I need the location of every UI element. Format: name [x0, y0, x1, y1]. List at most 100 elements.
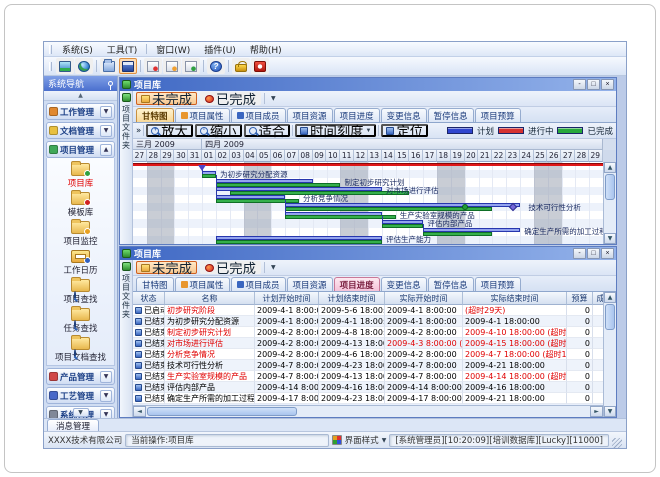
- table-row[interactable]: 已结束确定生产所需的加工过程2009-4-17 8:00:002009-4-23…: [133, 393, 603, 404]
- tab-变更信息[interactable]: 变更信息: [381, 108, 427, 122]
- minimize-button[interactable]: -: [573, 248, 586, 259]
- scroll-left-icon[interactable]: ◄: [133, 406, 146, 417]
- table-row[interactable]: 已结束对市场进行评估2009-4-2 8:00:002009-4-13 18:0…: [133, 338, 603, 349]
- sidebar-item-项目文档查找[interactable]: 项目文档查找: [47, 335, 114, 364]
- exit-button[interactable]: [251, 58, 269, 74]
- tool-时间刻度[interactable]: 时间刻度▼: [295, 124, 376, 137]
- tab-暂停信息[interactable]: 暂停信息: [428, 277, 474, 291]
- sidebar-group-文档管理[interactable]: 文档管理▼: [46, 122, 115, 139]
- pushpin-icon[interactable]: [108, 81, 113, 86]
- tab-变更信息[interactable]: 变更信息: [381, 277, 427, 291]
- tool-定位[interactable]: 定位: [381, 124, 428, 137]
- table-horizontal-scrollbar[interactable]: ◄ ►: [133, 405, 603, 417]
- column-header-名称[interactable]: 名称: [165, 292, 255, 305]
- sidebar-item-模板库[interactable]: 模板库: [47, 190, 114, 219]
- close-button[interactable]: ×: [601, 248, 614, 259]
- gantt-actual-bar[interactable]: [202, 174, 216, 178]
- menu-item[interactable]: 系统(S): [55, 43, 100, 56]
- menubar-grip[interactable]: [49, 45, 52, 54]
- scroll-thumb[interactable]: [605, 174, 615, 200]
- table-vertical-scrollbar[interactable]: ▲ ▼: [603, 292, 616, 417]
- window-titlebar[interactable]: 项目库 -□×: [120, 247, 616, 260]
- open-folder-button[interactable]: [100, 58, 118, 74]
- menu-item[interactable]: 插件(U): [197, 43, 243, 56]
- filter-未完成[interactable]: 未完成: [136, 92, 197, 105]
- column-header-预算[interactable]: 预算: [567, 292, 593, 305]
- tab-甘特图[interactable]: 甘特图: [136, 108, 174, 122]
- gantt-vertical-scrollbar[interactable]: ▲ ▼: [603, 162, 616, 244]
- tool-缩小[interactable]: -缩小: [195, 124, 242, 137]
- menu-item[interactable]: 窗口(W): [149, 43, 197, 56]
- scroll-thumb[interactable]: [605, 304, 615, 330]
- chevron-down-icon[interactable]: ▼: [100, 125, 112, 137]
- scroll-down-icon[interactable]: ▼: [604, 233, 616, 244]
- tab-项目进度[interactable]: 项目进度: [334, 108, 380, 122]
- column-header-实际开始时间[interactable]: 实际开始时间: [385, 292, 463, 305]
- folder-panel-tab[interactable]: 项目文件夹: [120, 91, 133, 244]
- gantt-actual-bar[interactable]: [423, 232, 492, 236]
- minimize-button[interactable]: -: [573, 79, 586, 90]
- help-button[interactable]: [207, 58, 225, 74]
- sidebar-scroll-down[interactable]: ▼: [73, 408, 89, 417]
- filter-已完成[interactable]: 已完成: [200, 92, 261, 105]
- sidebar-group-工作管理[interactable]: 工作管理▼: [46, 103, 115, 120]
- chevron-down-icon[interactable]: ▼: [100, 371, 112, 383]
- tool-适合[interactable]: 适合: [244, 124, 291, 137]
- folder-panel-tab[interactable]: 项目文件夹: [120, 260, 133, 417]
- sidebar-item-项目监控[interactable]: 项目监控: [47, 219, 114, 248]
- gantt-actual-bar[interactable]: [216, 183, 340, 187]
- scroll-up-icon[interactable]: ▲: [604, 292, 616, 303]
- interface-style-button[interactable]: 界面样式: [345, 434, 379, 446]
- sidebar-item-项目查找[interactable]: 项目查找: [47, 277, 114, 306]
- report-new-button[interactable]: [144, 58, 162, 74]
- column-header-实际结束时间[interactable]: 实际结束时间: [463, 292, 567, 305]
- column-header-成[interactable]: 成: [593, 292, 603, 305]
- scroll-thumb[interactable]: [147, 407, 297, 416]
- column-header-计划开始时间[interactable]: 计划开始时间: [255, 292, 319, 305]
- table-row[interactable]: 已结束技术可行性分析2009-4-7 8:00:002009-4-23 18:0…: [133, 360, 603, 371]
- scroll-up-icon[interactable]: ▲: [604, 162, 616, 173]
- tool-放大[interactable]: +放大: [146, 124, 193, 137]
- chevron-down-icon[interactable]: ▼: [382, 437, 387, 444]
- window-titlebar[interactable]: 项目库 -□×: [120, 78, 616, 91]
- report-delete-button[interactable]: [182, 58, 200, 74]
- sidebar-item-任务查找[interactable]: 任务查找: [47, 306, 114, 335]
- tab-项目预算[interactable]: 项目预算: [475, 277, 521, 291]
- filter-已完成[interactable]: 已完成: [200, 261, 261, 274]
- tab-项目进度[interactable]: 项目进度: [334, 277, 380, 291]
- tab-项目成员[interactable]: 项目成员: [231, 108, 286, 122]
- gantt-actual-bar[interactable]: [285, 215, 396, 219]
- tab-甘特图[interactable]: 甘特图: [136, 277, 174, 291]
- monitor-button[interactable]: [56, 58, 74, 74]
- sidebar-scroll-up[interactable]: ▲: [44, 91, 117, 101]
- sidebar-group-项目管理[interactable]: 项目管理▲: [46, 141, 115, 158]
- gantt-actual-bar[interactable]: [216, 199, 299, 203]
- chevron-down-icon[interactable]: ▼: [268, 264, 279, 271]
- column-header-状态[interactable]: 状态: [133, 292, 165, 305]
- lock-button[interactable]: [232, 58, 250, 74]
- tab-项目成员[interactable]: 项目成员: [231, 277, 286, 291]
- table-row[interactable]: 已结束分析竞争情况2009-4-2 8:00:002009-4-6 18:00:…: [133, 349, 603, 360]
- tab-项目资源[interactable]: 项目资源: [287, 277, 333, 291]
- table-row[interactable]: 已结束生产实验室规模的产品2009-4-7 8:00:002009-4-13 1…: [133, 371, 603, 382]
- chevron-up-icon[interactable]: ▲: [100, 144, 112, 156]
- toolbar-grip[interactable]: [49, 62, 52, 71]
- maximize-button[interactable]: □: [587, 79, 600, 90]
- menu-item[interactable]: 工具(T): [100, 43, 145, 56]
- maximize-button[interactable]: □: [587, 248, 600, 259]
- tab-message-manage[interactable]: 消息管理: [47, 419, 99, 431]
- resize-grip[interactable]: [612, 438, 622, 448]
- globe-button[interactable]: [75, 58, 93, 74]
- report-view-button[interactable]: [163, 58, 181, 74]
- gantt-actual-bar[interactable]: [216, 240, 382, 244]
- chevron-down-icon[interactable]: ▼: [100, 409, 112, 419]
- table-row[interactable]: 已结束制定初步研究计划2009-4-2 8:00:002009-4-8 18:0…: [133, 327, 603, 338]
- tab-暂停信息[interactable]: 暂停信息: [428, 108, 474, 122]
- sidebar-group-工艺管理[interactable]: 工艺管理▼: [46, 387, 115, 404]
- save-button[interactable]: [119, 58, 137, 74]
- chevron-down-icon[interactable]: ▼: [268, 95, 279, 102]
- table-row[interactable]: 已启动初步研究阶段2009-4-1 8:00:002009-5-6 18:00:…: [133, 305, 603, 316]
- scroll-down-icon[interactable]: ▼: [604, 406, 616, 417]
- menu-item[interactable]: 帮助(H): [243, 43, 289, 56]
- overflow-chevron[interactable]: »: [136, 126, 141, 136]
